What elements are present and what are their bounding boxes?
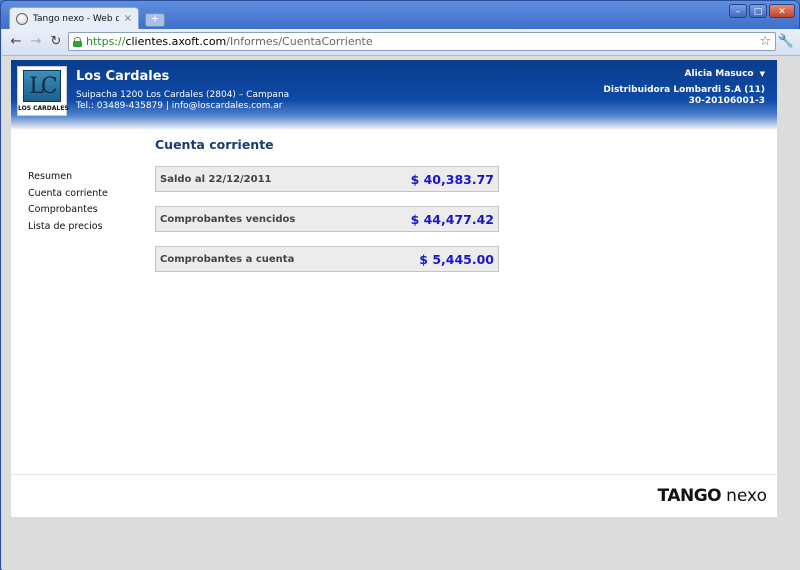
back-icon[interactable]: ← <box>8 34 24 50</box>
saldo-label: Saldo al 22/12/2011 <box>160 173 272 185</box>
company-address: Suipacha 1200 Los Cardales (2804) – Camp… <box>76 90 290 100</box>
bookmark-star-icon[interactable]: ☆ <box>759 34 771 49</box>
distributor-cuit: 30-20106001-3 <box>688 96 765 106</box>
logo-mark: LC <box>23 70 61 102</box>
tab-title: Tango nexo - Web de clientes <box>33 13 119 24</box>
sidebar-item-comprobantes[interactable]: Comprobantes <box>28 202 108 219</box>
minimize-button[interactable]: – <box>729 4 747 18</box>
brand-primary: TANGO <box>657 486 722 506</box>
footer-divider <box>11 474 777 475</box>
site-header: LC LOS CARDALES Los Cardales Suipacha 12… <box>11 60 777 130</box>
url-text: https://clientes.axoft.com/Informes/Cuen… <box>86 35 373 48</box>
address-bar[interactable]: https://clientes.axoft.com/Informes/Cuen… <box>68 32 776 51</box>
page-viewport: LC LOS CARDALES Los Cardales Suipacha 12… <box>2 56 800 570</box>
main-content: Cuenta corriente Saldo al 22/12/2011 $ 4… <box>155 136 501 286</box>
sidebar-item-resumen[interactable]: Resumen <box>28 169 108 186</box>
new-tab-button[interactable]: + <box>145 13 165 27</box>
vencidos-label: Comprobantes vencidos <box>160 213 296 225</box>
brand-secondary: nexo <box>726 486 767 506</box>
url-path: /Informes/CuentaCorriente <box>226 35 373 48</box>
web-page: LC LOS CARDALES Los Cardales Suipacha 12… <box>11 60 777 517</box>
sidebar-nav: Resumen Cuenta corriente Comprobantes Li… <box>28 169 108 235</box>
a-cuenta-value: $ 5,445.00 <box>419 251 494 267</box>
page-title: Cuenta corriente <box>155 137 274 152</box>
vencidos-row: Comprobantes vencidos $ 44,477.42 <box>155 206 499 232</box>
vencidos-value: $ 44,477.42 <box>410 211 494 227</box>
tango-nexo-logo: TANGO nexo <box>658 486 767 506</box>
a-cuenta-label: Comprobantes a cuenta <box>160 253 295 265</box>
user-menu[interactable]: Alicia Masuco ▼ <box>685 69 765 79</box>
company-logo[interactable]: LC LOS CARDALES <box>17 66 69 116</box>
wrench-icon[interactable]: 🔧 <box>778 34 794 49</box>
window-controls: – □ ✕ <box>729 4 795 18</box>
a-cuenta-row: Comprobantes a cuenta $ 5,445.00 <box>155 246 499 272</box>
close-window-button[interactable]: ✕ <box>769 4 795 18</box>
lock-icon <box>73 36 82 47</box>
sidebar-item-lista-de-precios[interactable]: Lista de precios <box>28 219 108 236</box>
saldo-row: Saldo al 22/12/2011 $ 40,383.77 <box>155 166 499 192</box>
company-name: Los Cardales <box>76 69 170 84</box>
forward-icon[interactable]: → <box>28 34 44 50</box>
maximize-button[interactable]: □ <box>749 4 767 18</box>
browser-tab[interactable]: Tango nexo - Web de clientes × <box>9 7 139 29</box>
user-name: Alicia Masuco <box>684 69 754 79</box>
sidebar-item-cuenta-corriente[interactable]: Cuenta corriente <box>28 186 108 203</box>
browser-toolbar: ← → ↻ https://clientes.axoft.com/Informe… <box>2 29 800 56</box>
company-contact: Tel.: 03489-435879 | info@loscardales.co… <box>76 101 283 111</box>
chevron-down-icon: ▼ <box>759 70 765 78</box>
url-host: clientes.axoft.com <box>125 35 227 48</box>
logo-text: LOS CARDALES <box>18 105 69 112</box>
saldo-value: $ 40,383.77 <box>410 171 494 187</box>
tab-close-icon[interactable]: × <box>124 13 132 24</box>
url-scheme: https:// <box>86 35 126 48</box>
tab-strip: Tango nexo - Web de clientes × + – □ ✕ <box>1 1 800 29</box>
distributor-name: Distribuidora Lombardi S.A (11) <box>603 85 765 95</box>
reload-icon[interactable]: ↻ <box>48 34 64 50</box>
globe-icon <box>16 12 28 25</box>
browser-window: Tango nexo - Web de clientes × + – □ ✕ ←… <box>0 0 800 570</box>
